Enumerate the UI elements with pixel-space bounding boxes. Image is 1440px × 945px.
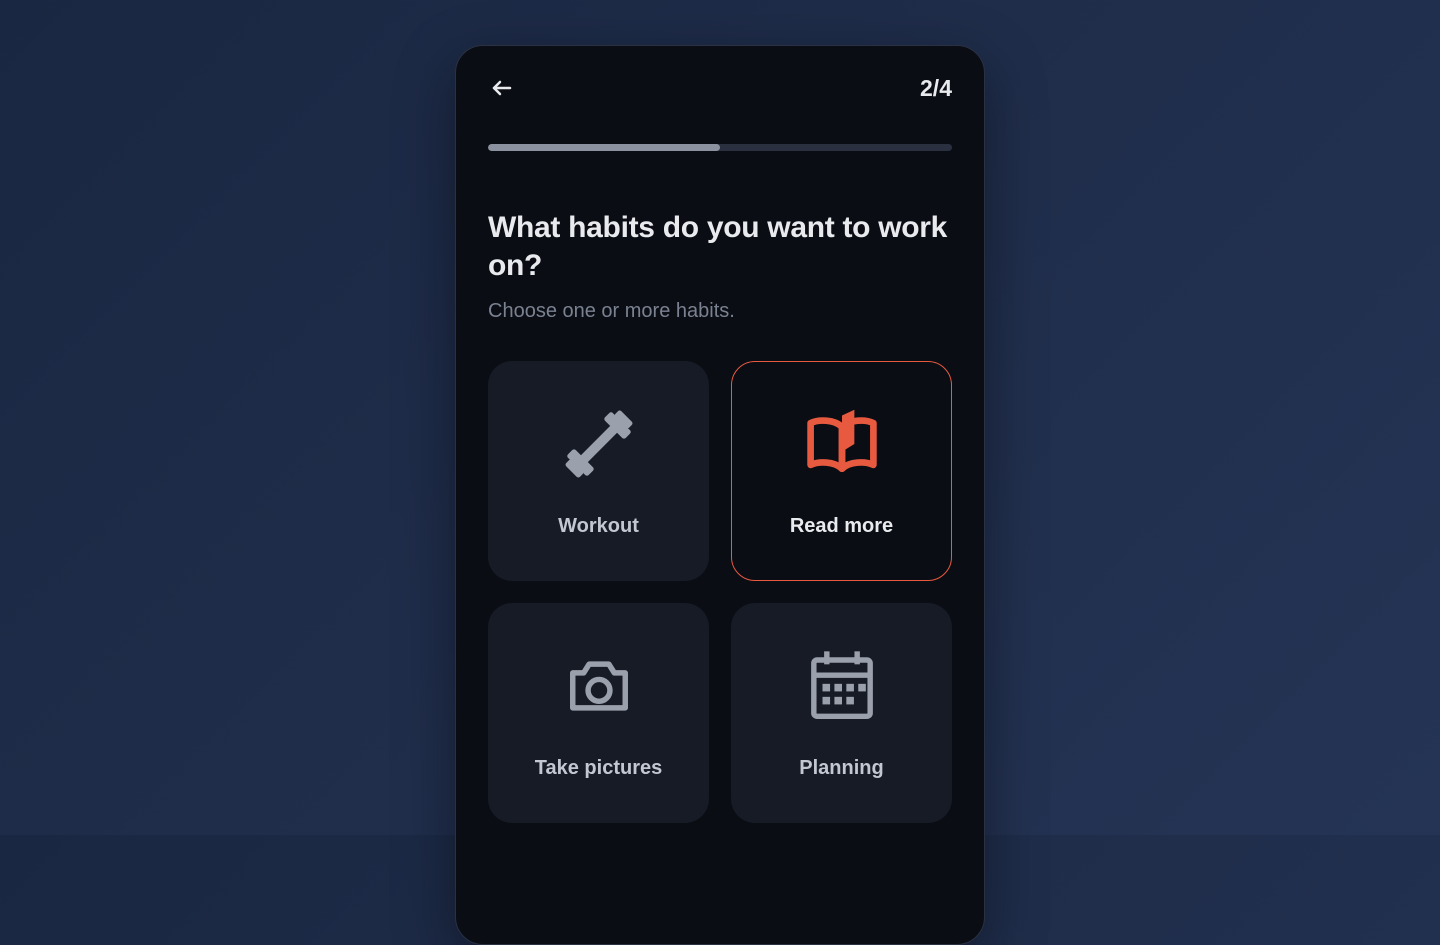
habit-label: Workout (558, 515, 639, 538)
habit-card-take-pictures[interactable]: Take pictures (488, 603, 709, 823)
habit-card-workout[interactable]: Workout (488, 361, 709, 581)
camera-icon (560, 647, 638, 725)
habit-label: Take pictures (535, 757, 662, 780)
page-title: What habits do you want to work on? (488, 209, 952, 284)
dumbbell-icon (560, 405, 638, 483)
progress-bar (488, 144, 952, 151)
page-subtitle: Choose one or more habits. (488, 300, 952, 323)
step-counter: 2/4 (920, 75, 952, 102)
progress-fill (488, 144, 720, 151)
book-icon (803, 405, 881, 483)
arrow-left-icon (490, 76, 514, 100)
habit-label: Planning (799, 757, 883, 780)
calendar-icon (803, 647, 881, 725)
habit-grid: Workout Read more Take pictures (488, 361, 952, 823)
habit-card-planning[interactable]: Planning (731, 603, 952, 823)
onboarding-screen: 2/4 What habits do you want to work on? … (455, 45, 985, 945)
back-button[interactable] (488, 74, 516, 102)
header-row: 2/4 (488, 74, 952, 102)
habit-card-read-more[interactable]: Read more (731, 361, 952, 581)
habit-label: Read more (790, 515, 893, 538)
